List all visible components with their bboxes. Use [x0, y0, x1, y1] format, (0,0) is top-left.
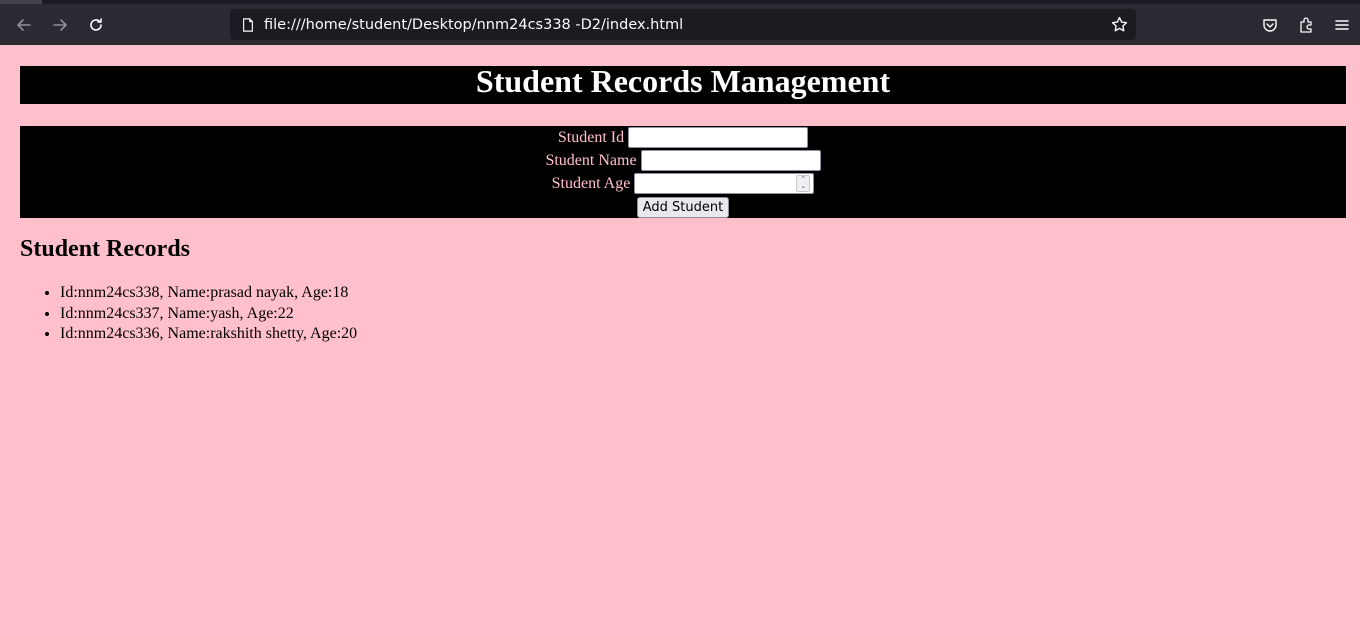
page-content: Student Records Management Student Id St… [0, 63, 1360, 345]
menu-icon[interactable] [1324, 7, 1360, 43]
bookmark-star-icon[interactable] [1110, 16, 1128, 34]
student-age-input[interactable] [634, 173, 815, 194]
student-name-input[interactable] [640, 150, 821, 171]
page-icon [240, 17, 256, 33]
button-row: Add Student [20, 195, 1346, 218]
records-list: Id:nnm24cs338, Name:prasad nayak, Age:18… [20, 283, 1346, 345]
id-row: Student Id [20, 126, 1346, 149]
tab-edge [0, 0, 42, 4]
record-item: Id:nnm24cs337, Name:yash, Age:22 [60, 304, 1346, 325]
record-item: Id:nnm24cs336, Name:rakshith shetty, Age… [60, 324, 1346, 345]
pocket-icon[interactable] [1252, 7, 1288, 43]
records-heading: Student Records [20, 236, 191, 262]
add-student-button[interactable]: Add Student [636, 196, 730, 218]
record-item: Id:nnm24cs338, Name:prasad nayak, Age:18 [60, 283, 1346, 304]
student-age-field: ⌃ ⌄ [634, 173, 815, 194]
title-banner: Student Records Management [20, 63, 1346, 104]
url-bar[interactable]: file:///home/student/Desktop/nnm24cs338 … [230, 9, 1136, 40]
reload-icon[interactable] [78, 7, 114, 43]
forward-icon[interactable] [42, 7, 78, 43]
student-form: Student Id Student Name Student Age ⌃ ⌄ A… [20, 126, 1346, 218]
student-id-label: Student Id [557, 128, 625, 146]
student-age-label: Student Age [551, 174, 631, 192]
name-row: Student Name [20, 149, 1346, 172]
age-row: Student Age ⌃ ⌄ [20, 172, 1346, 195]
page-title: Student Records Management [475, 63, 891, 99]
student-name-label: Student Name [545, 151, 637, 169]
url-text[interactable]: file:///home/student/Desktop/nnm24cs338 … [264, 17, 1110, 33]
back-icon[interactable] [6, 7, 42, 43]
extensions-icon[interactable] [1288, 7, 1324, 43]
student-id-input[interactable] [628, 127, 809, 148]
age-spinner-icon[interactable]: ⌃ ⌄ [796, 175, 811, 192]
browser-toolbar: file:///home/student/Desktop/nnm24cs338 … [0, 0, 1360, 45]
